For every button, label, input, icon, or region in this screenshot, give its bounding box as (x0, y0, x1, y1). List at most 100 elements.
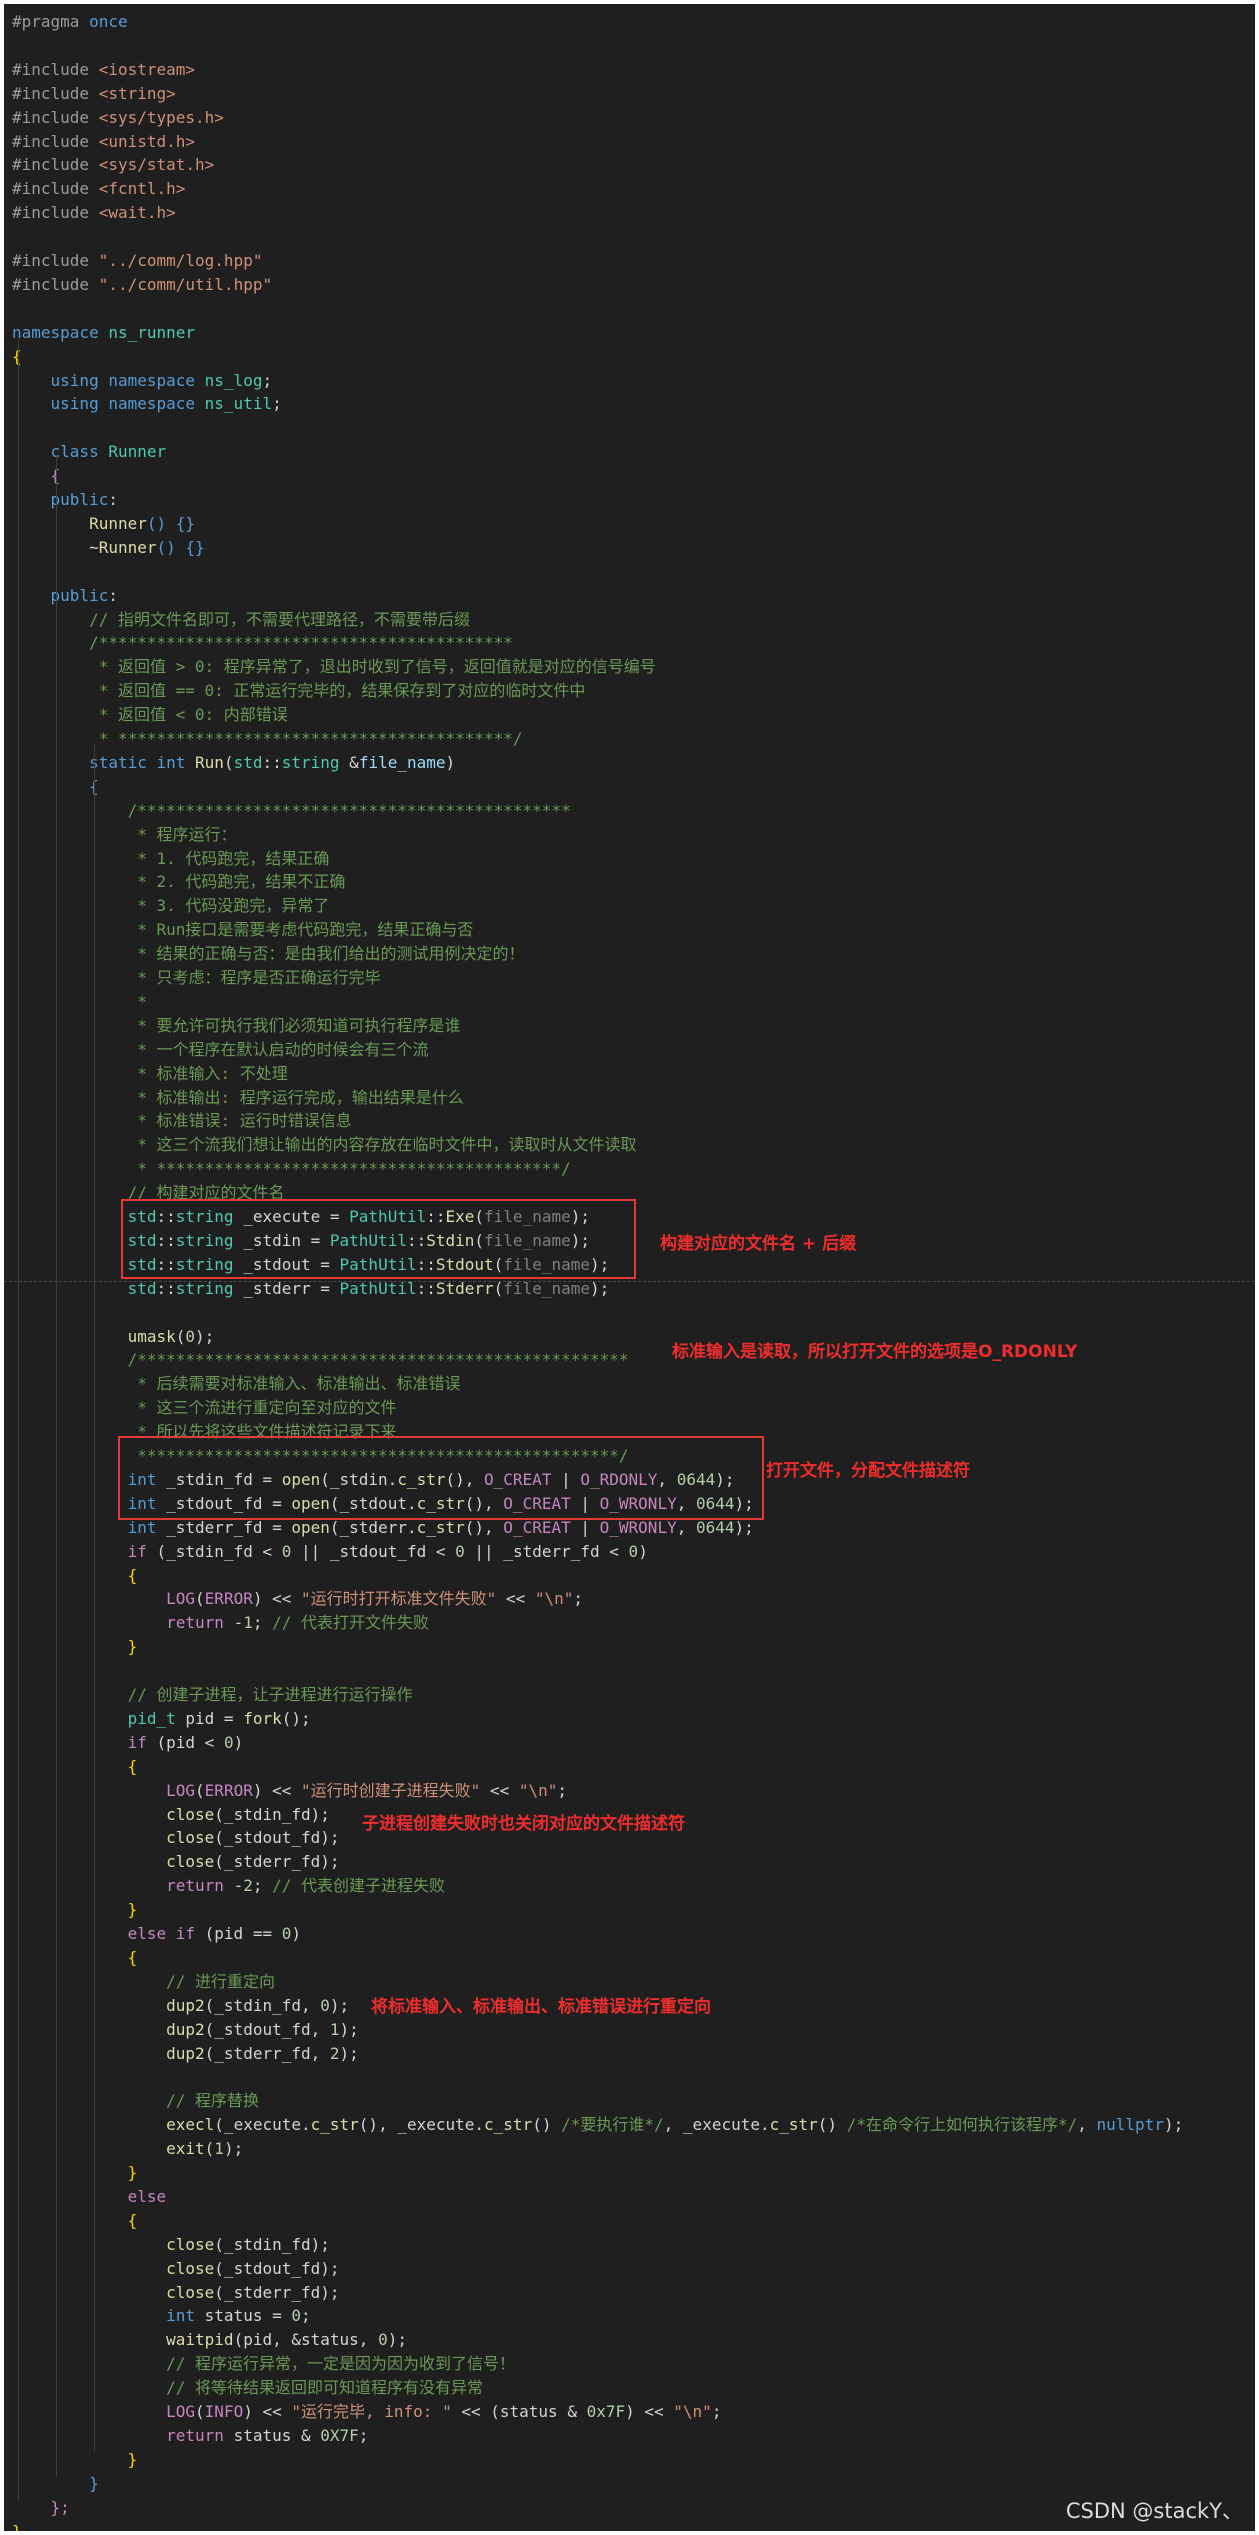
code-token: // 进行重定向 (166, 1971, 276, 1991)
code-token: ERROR (204, 1589, 253, 1609)
code-token: LOG (166, 2402, 196, 2421)
annotation-redirect: 将标准输入、标准输出、标准错误进行重定向 (371, 1997, 711, 2017)
code-line: close(_stdout_fd); (12, 1826, 339, 1850)
code-token: (_stderr_fd); (214, 1852, 340, 1872)
code-token: * 3. 代码没跑完，异常了 (127, 896, 330, 916)
code-token: 0 (185, 1326, 196, 1346)
code-token: umask (127, 1326, 176, 1346)
code-line: return -2; // 代表创建子进程失败 (12, 1874, 445, 1898)
code-token: 0X7F (320, 2425, 359, 2445)
code-token: (_stdin_fd < (156, 1541, 282, 1561)
code-line: LOG(ERROR) << "运行时创建子进程失败" << "\n"; (12, 1779, 567, 1803)
code-token: :: (262, 752, 282, 772)
code-token: once (89, 12, 128, 31)
code-token: using namespace (50, 370, 205, 390)
code-token: // 代表打开文件失败 (272, 1613, 430, 1633)
code-token: ( (195, 1780, 205, 1800)
code-token: file_name (358, 752, 446, 772)
code-token: dup2 (166, 1995, 205, 2015)
code-token: dup2 (166, 2043, 205, 2063)
code-line: { (12, 1564, 138, 1588)
code-token: ( (223, 752, 234, 772)
code-token: () (817, 2115, 847, 2135)
annotation-filename: 构建对应的文件名 + 后缀 (660, 1234, 857, 1254)
code-line: using namespace ns_util; (12, 392, 282, 416)
code-token: Run (195, 752, 224, 772)
code-token: * (127, 991, 147, 1011)
code-token: ERROR (204, 1780, 253, 1800)
code-token: c_str (484, 2115, 533, 2135)
code-token: "\n" (673, 2402, 712, 2421)
code-token: Runner (98, 537, 157, 557)
code-token: #include (12, 59, 99, 79)
code-token: ( (195, 2402, 205, 2421)
code-line: * 结果的正确与否：是由我们给出的测试用例决定的！ (12, 942, 524, 966)
code-line: * 标准输入: 不处理 (12, 1062, 288, 1086)
code-token: namespace (12, 322, 109, 342)
code-token: <string> (98, 83, 176, 103)
code-line: dup2(_stdin_fd, 0); (12, 1994, 349, 2018)
code-token: (pid == (204, 1924, 282, 1943)
code-line: * 标准输出: 程序运行完成，输出结果是什么 (12, 1086, 464, 1110)
code-token: ) (445, 752, 456, 772)
code-token: int (127, 1517, 167, 1537)
code-token: 0 (291, 2306, 301, 2326)
code-token: if (127, 1732, 157, 1752)
code-token: (_stdin_fd); (214, 2234, 330, 2254)
code-token: }; (50, 2497, 70, 2517)
code-token: "\n" (534, 1589, 574, 1609)
code-line: * 2. 代码跑完，结果不正确 (12, 870, 345, 894)
code-token: return (166, 2425, 234, 2445)
code-token: return (166, 1613, 234, 1633)
code-token: : (108, 490, 118, 509)
code-line: * 只考虑：程序是否正确运行完毕 (12, 966, 380, 990)
code-line: if (_stdin_fd < 0 || _stdout_fd < 0 || _… (12, 1540, 648, 1564)
code-line: * 返回值 < 0: 内部错误 (12, 703, 288, 727)
code-token: ) << (625, 2402, 674, 2421)
code-token: } (127, 1900, 138, 1920)
code-line: // 进行重定向 (12, 1970, 275, 1994)
code-token: } (127, 2163, 138, 2182)
code-token: c_str (416, 1517, 465, 1537)
code-token: if (127, 1541, 157, 1561)
code-token: #include (12, 107, 99, 127)
code-line: * **************************************… (12, 1157, 571, 1181)
code-token: * **************************************… (127, 1159, 571, 1179)
code-token: <wait.h> (98, 203, 176, 223)
code-token: () {} (156, 537, 205, 557)
code-token: * 返回值 < 0: 内部错误 (89, 705, 288, 725)
code-token: * 标准输入: 不处理 (127, 1063, 288, 1083)
code-line: close(_stderr_fd); (12, 2281, 339, 2305)
code-token: #pragma (12, 12, 90, 31)
code-token: using namespace (50, 394, 205, 414)
annotation-open: 打开文件，分配文件描述符 (766, 1461, 970, 1481)
code-token: return (166, 1876, 234, 1896)
code-token: #include (12, 131, 99, 151)
code-line: if (pid < 0) (12, 1731, 244, 1755)
code-token: } (127, 1637, 138, 1657)
code-token: (_stdin_fd, (204, 1995, 321, 2015)
